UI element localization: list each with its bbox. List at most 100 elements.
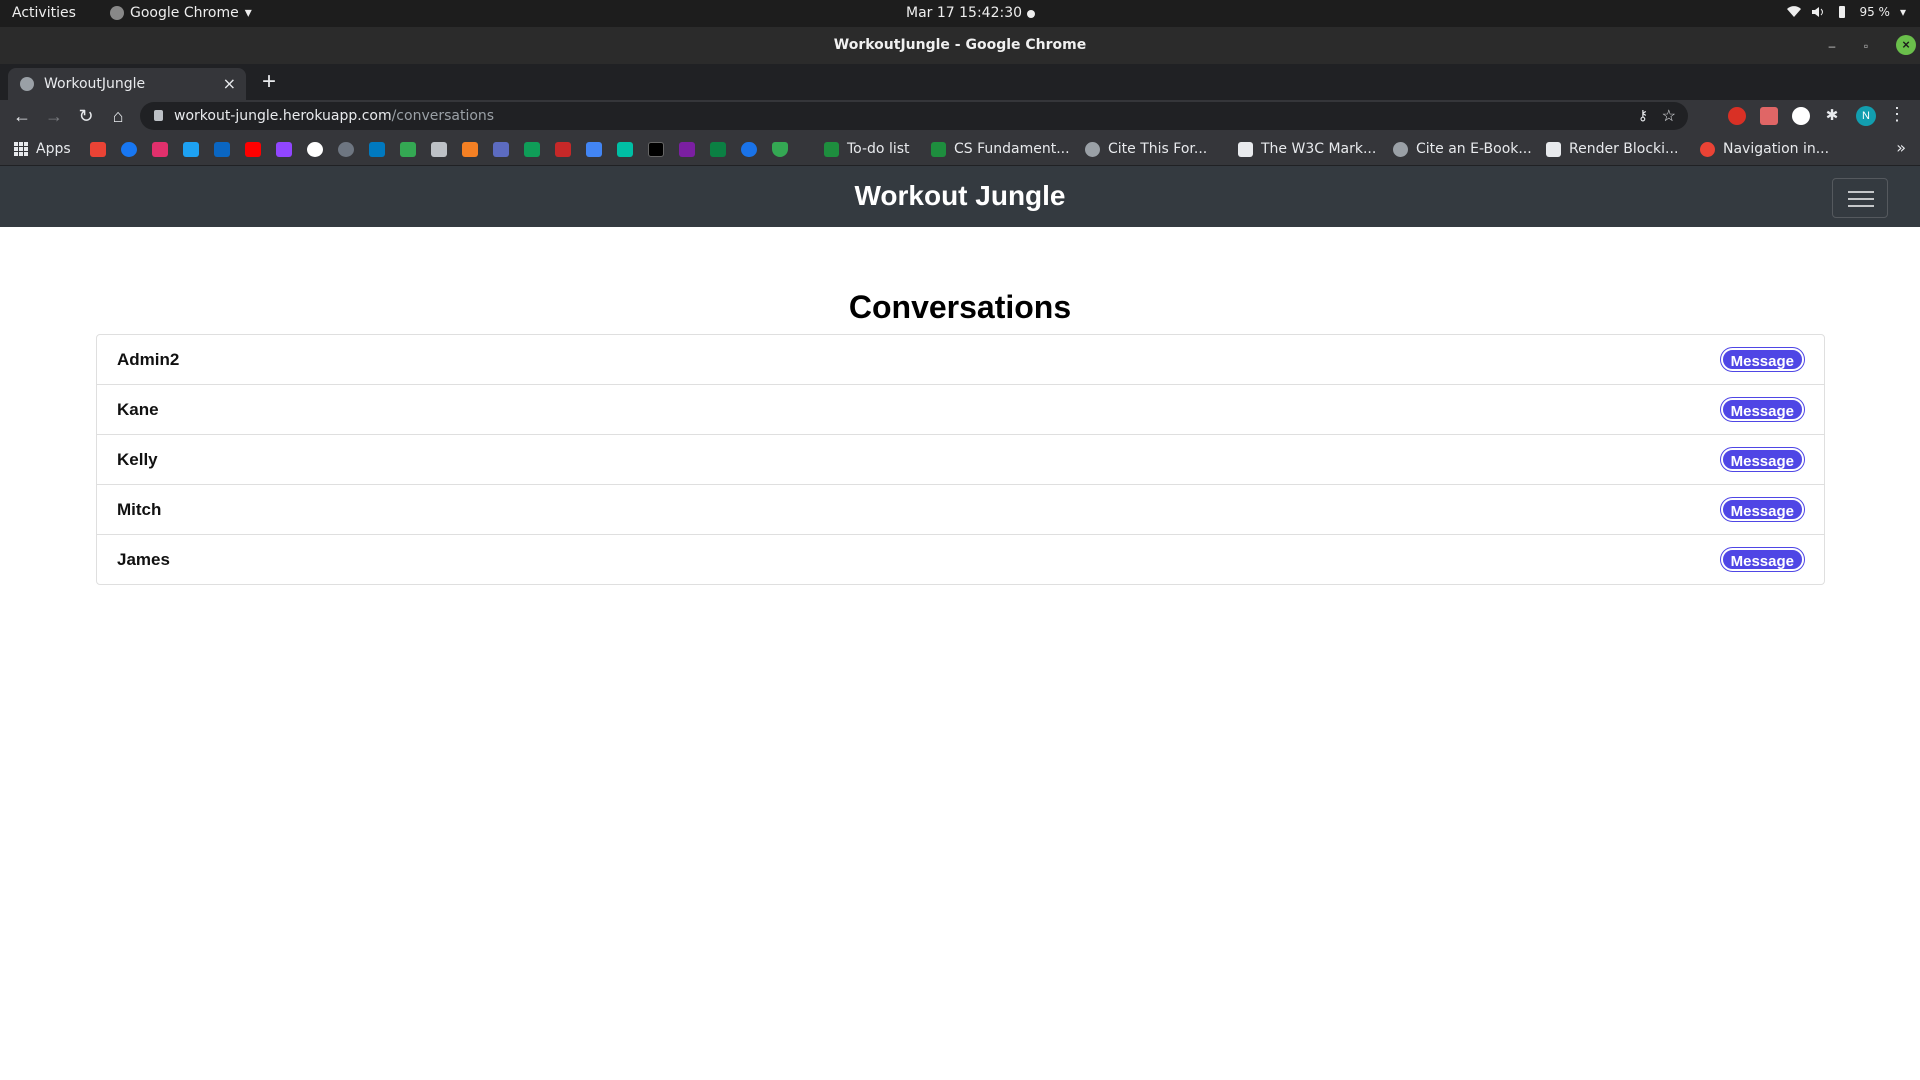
- system-tray[interactable]: 95 % ▾: [1787, 5, 1906, 19]
- bookmark-favicon-icon: [824, 141, 839, 157]
- conversation-list: Admin2 Message Kane Message Kelly Messag…: [96, 334, 1825, 585]
- sheets-icon[interactable]: [524, 142, 540, 157]
- bookmark-label: Navigation in...: [1723, 141, 1830, 157]
- list-item[interactable]: Kelly Message: [97, 435, 1824, 485]
- message-button[interactable]: Message: [1719, 397, 1806, 422]
- google-icon[interactable]: [307, 142, 323, 157]
- site-brand[interactable]: Workout Jungle: [0, 180, 1920, 212]
- web-page: Workout Jungle Conversations Admin2 Mess…: [0, 166, 1920, 1080]
- clock[interactable]: Mar 17 15:42:30: [906, 5, 1022, 21]
- bookmark-label: Cite This For...: [1108, 141, 1208, 157]
- url-path: /conversations: [391, 108, 495, 124]
- twitter-icon[interactable]: [183, 142, 199, 157]
- bookmark-label: To-do list: [847, 141, 910, 157]
- conversation-name: Mitch: [117, 500, 162, 519]
- list-item[interactable]: Admin2 Message: [97, 335, 1824, 385]
- window-title-bar: WorkoutJungle - Google Chrome – ▫ ×: [0, 27, 1920, 64]
- drive-icon[interactable]: [710, 142, 726, 157]
- conversation-name: Kane: [117, 400, 159, 419]
- list-item[interactable]: Mitch Message: [97, 485, 1824, 535]
- bookmark-label: Render Blocki...: [1569, 141, 1679, 157]
- heroku-icon[interactable]: [679, 142, 695, 157]
- battery-icon: [1839, 6, 1846, 18]
- gmail-icon[interactable]: [90, 142, 106, 157]
- os-top-bar: Activities Google Chrome ▾ Mar 17 15:42:…: [0, 0, 1920, 27]
- address-bar[interactable]: workout-jungle.herokuapp.com/conversatio…: [140, 102, 1688, 130]
- youtube-icon[interactable]: [245, 142, 261, 157]
- more-menu-icon[interactable]: ⋮: [1888, 104, 1906, 125]
- shield-icon[interactable]: [772, 142, 788, 157]
- twitch-icon[interactable]: [276, 142, 292, 157]
- puzzle-icon[interactable]: ✱: [1820, 104, 1844, 128]
- wifi-icon: [1787, 6, 1802, 18]
- list-item[interactable]: Kane Message: [97, 385, 1824, 435]
- facebook-icon[interactable]: [121, 142, 137, 157]
- site-navbar: Workout Jungle: [0, 166, 1920, 227]
- chevron-down-icon: ▾: [1899, 5, 1906, 19]
- bookmark-label: CS Fundament...: [954, 141, 1070, 157]
- tab-strip: WorkoutJungle × +: [0, 64, 1920, 100]
- tab-workoutjungle[interactable]: WorkoutJungle ×: [8, 68, 246, 100]
- key-icon[interactable]: ⚷: [1638, 107, 1648, 124]
- diamond-icon[interactable]: [617, 142, 633, 157]
- forms-icon[interactable]: [493, 142, 509, 157]
- extension-icon[interactable]: [1760, 107, 1778, 125]
- new-tab-button[interactable]: +: [262, 68, 276, 96]
- globe-icon: [1085, 141, 1100, 157]
- message-button[interactable]: Message: [1719, 447, 1806, 472]
- home-icon[interactable]: ⌂: [106, 104, 130, 128]
- bookmark-apps[interactable]: Apps: [14, 141, 71, 157]
- profile-avatar[interactable]: N: [1856, 106, 1876, 126]
- instagram-icon[interactable]: [152, 142, 168, 157]
- bookmark-item[interactable]: Cite This For...: [1085, 141, 1207, 157]
- close-window-icon[interactable]: ×: [1896, 35, 1916, 55]
- bookmark-item[interactable]: Render Blocki...: [1546, 141, 1678, 157]
- bookmark-label: The W3C Mark...: [1261, 141, 1377, 157]
- message-button[interactable]: Message: [1719, 497, 1806, 522]
- docs-icon[interactable]: [586, 142, 602, 157]
- back-arrow-icon[interactable]: ←: [10, 104, 34, 128]
- hamburger-icon: [1848, 191, 1874, 193]
- trello-icon[interactable]: [369, 142, 385, 157]
- browser-toolbar: ← → ↻ ⌂ workout-jungle.herokuapp.com/con…: [0, 100, 1920, 132]
- chevron-down-icon: ▾: [244, 5, 252, 21]
- extension-icon[interactable]: [1728, 107, 1746, 125]
- bookmark-item[interactable]: Navigation in...: [1700, 141, 1829, 157]
- conversation-name: Kelly: [117, 450, 158, 469]
- stackoverflow-icon[interactable]: [462, 142, 478, 157]
- w3c-icon: [1238, 141, 1253, 157]
- extension-icon[interactable]: [1792, 107, 1810, 125]
- bookmark-item[interactable]: The W3C Mark...: [1238, 141, 1376, 157]
- hamburger-icon: [1848, 198, 1874, 200]
- bookmark-star-icon[interactable]: ☆: [1662, 106, 1676, 126]
- list-item[interactable]: James Message: [97, 535, 1824, 584]
- url-text[interactable]: workout-jungle.herokuapp.com/conversatio…: [174, 108, 494, 124]
- bookmark-item[interactable]: Cite an E-Book...: [1393, 141, 1532, 157]
- message-button[interactable]: Message: [1719, 347, 1806, 372]
- bookmarks-overflow-button[interactable]: »: [1896, 138, 1906, 157]
- asterisk-icon: [1700, 141, 1715, 157]
- navbar-toggler-button[interactable]: [1832, 178, 1888, 218]
- minimize-icon[interactable]: –: [1822, 36, 1842, 56]
- activities-button[interactable]: Activities: [12, 5, 76, 21]
- window-title: WorkoutJungle - Google Chrome: [833, 37, 1087, 53]
- document-icon[interactable]: [431, 142, 447, 157]
- message-button[interactable]: Message: [1719, 547, 1806, 572]
- box-icon[interactable]: [648, 142, 664, 157]
- forward-arrow-icon[interactable]: →: [42, 104, 66, 128]
- maximize-icon[interactable]: ▫: [1856, 36, 1876, 56]
- calendar-icon[interactable]: [400, 142, 416, 157]
- linkedin-icon[interactable]: [214, 142, 230, 157]
- reload-icon[interactable]: ↻: [74, 104, 98, 128]
- url-host: workout-jungle.herokuapp.com: [174, 108, 392, 124]
- github-icon[interactable]: [338, 142, 354, 157]
- tab-label: WorkoutJungle: [44, 76, 146, 92]
- chrome-icon: [110, 6, 124, 20]
- bookmark-item[interactable]: CS Fundament...: [931, 141, 1070, 157]
- grid-icon[interactable]: [555, 142, 571, 157]
- tab-close-icon[interactable]: ×: [223, 74, 236, 93]
- cloud-icon[interactable]: [741, 142, 757, 157]
- bookmark-item[interactable]: To-do list: [824, 141, 910, 157]
- hamburger-icon: [1848, 205, 1874, 207]
- app-menu[interactable]: Google Chrome ▾: [110, 5, 252, 21]
